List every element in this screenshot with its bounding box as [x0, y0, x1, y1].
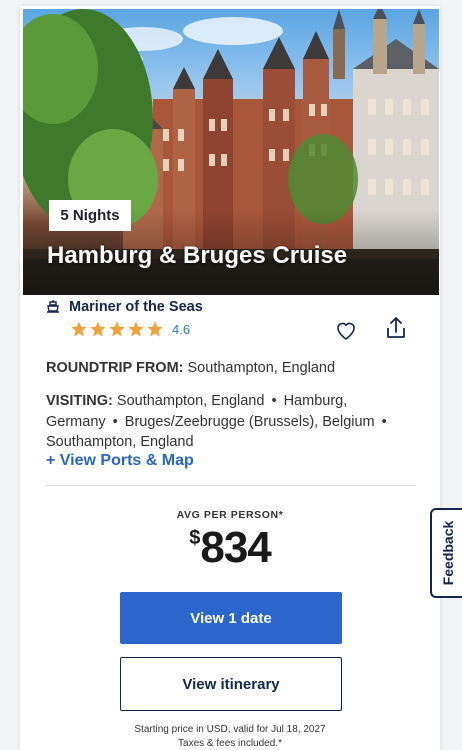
- visiting-info: VISITING: Southampton, England • Hamburg…: [46, 391, 406, 453]
- roundtrip-label: ROUNDTRIP FROM:: [46, 360, 184, 376]
- roundtrip-value: Southampton, England: [187, 360, 336, 376]
- divider: [46, 485, 416, 486]
- view-dates-button[interactable]: View 1 date: [120, 592, 342, 644]
- ship-icon: [47, 300, 59, 313]
- hero-image[interactable]: 5 Nights Hamburg & Bruges Cruise: [23, 9, 439, 295]
- feedback-label: Feedback: [440, 520, 456, 586]
- ship-row: Mariner of the Seas: [46, 299, 203, 315]
- price: $834: [20, 523, 440, 573]
- port-name: Southampton, England: [116, 393, 265, 409]
- cruise-title[interactable]: Hamburg & Bruges Cruise: [47, 242, 347, 270]
- port-separator: •: [271, 393, 277, 409]
- port-name: Bruges/Zeebrugge (Brussels), Belgium: [124, 413, 375, 430]
- port-separator: •: [112, 413, 118, 430]
- share-icon[interactable]: [385, 316, 407, 340]
- star-icon: [71, 321, 87, 337]
- star-icon: [90, 321, 106, 337]
- cruise-card: 5 Nights Hamburg & Bruges Cruise Mariner…: [20, 6, 440, 750]
- price-disclaimer: Starting price in USD, valid for Jul 18,…: [20, 723, 440, 750]
- view-itinerary-button[interactable]: View itinerary: [120, 657, 342, 711]
- feedback-tab[interactable]: Feedback: [430, 508, 462, 598]
- nights-badge: 5 Nights: [49, 200, 131, 231]
- disclaimer-line: Starting price in USD, valid for Jul 18,…: [134, 724, 326, 735]
- star-icon: [109, 321, 125, 337]
- roundtrip-info: ROUNDTRIP FROM: Southampton, England: [46, 360, 335, 376]
- rating-value[interactable]: 4.6: [172, 322, 190, 337]
- price-amount: 834: [200, 523, 271, 572]
- disclaimer-line: Taxes & fees included.*: [178, 738, 282, 749]
- currency-symbol: $: [189, 527, 201, 549]
- star-icon: [147, 321, 163, 337]
- visiting-label: VISITING:: [46, 393, 113, 409]
- view-ports-link[interactable]: + View Ports & Map: [46, 452, 194, 470]
- star-icon: [128, 321, 144, 337]
- avg-per-person-label: AVG PER PERSON*: [176, 509, 284, 521]
- heart-icon[interactable]: [334, 318, 358, 342]
- port-separator: •: [381, 413, 387, 430]
- rating: 4.6: [70, 320, 190, 338]
- port-name: Southampton, England: [46, 434, 194, 450]
- star-rating: [70, 320, 164, 338]
- ship-name[interactable]: Mariner of the Seas: [69, 299, 203, 315]
